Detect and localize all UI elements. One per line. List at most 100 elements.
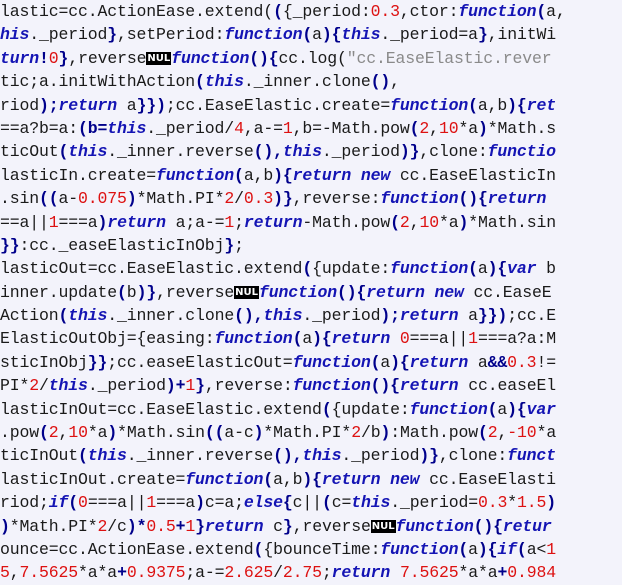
code-token: * (507, 493, 518, 513)
code-token: a, (546, 2, 566, 21)
code-token: function (409, 399, 488, 419)
code-token: ticOut (0, 142, 59, 162)
code-token: , (9, 563, 20, 583)
code-token: ( (468, 95, 478, 115)
code-token: his (0, 25, 30, 45)
code-token: 2 (351, 423, 361, 443)
code-line[interactable]: 5,7.5625*a*a+0.9375;a-=2.625/2.75;return… (0, 561, 622, 584)
code-line[interactable]: his._period},setPeriod:function(a){this.… (0, 23, 622, 46)
code-token: sticInObj (0, 352, 88, 372)
code-token: this (204, 72, 244, 92)
code-line[interactable]: lasticOut=cc.EaseElastic.extend({update:… (0, 257, 622, 280)
code-token: return new (321, 469, 420, 489)
code-token: 2.625 (224, 563, 274, 583)
code-token: .pow (0, 423, 40, 443)
code-token: a (117, 95, 137, 115)
code-token: ._period (29, 25, 108, 45)
code-token: return (487, 189, 547, 209)
code-token: , (409, 212, 420, 232)
code-token: a (468, 352, 488, 372)
code-token: ._inner.reverse (107, 142, 254, 162)
code-token: a (302, 329, 313, 349)
code-line[interactable]: ticOut(this._inner.reverse(),this._perio… (0, 140, 622, 163)
code-token: ,reverse (68, 48, 147, 68)
code-line[interactable]: lasticIn.create=function(a,b){return new… (0, 164, 622, 187)
code-token: *a*a (78, 563, 118, 583)
code-token: ret (526, 95, 556, 115)
code-line[interactable]: lasticInOut=cc.EaseElastic.extend({updat… (0, 398, 622, 421)
code-line[interactable]: ounce=cc.ActionEase.extend({bounceTime:f… (0, 538, 622, 561)
code-token: ( (302, 259, 313, 279)
code-token: ( (292, 329, 303, 349)
code-token: ( (468, 259, 478, 279)
code-token: (b= (78, 118, 108, 138)
code-line[interactable]: tic;a.initWithAction(this._inner.clone()… (0, 70, 622, 93)
code-line[interactable]: riod);return a}});cc.EaseElastic.create=… (0, 94, 622, 117)
code-token: 0.3 (370, 2, 400, 21)
code-token: lasticInOut.create= (0, 469, 186, 489)
null-control-char-glyph: NUL (234, 285, 259, 299)
code-line[interactable]: Action(this._inner.clone(),this._period)… (0, 304, 622, 327)
code-line[interactable]: sticInObj}};cc.easeElasticOut=function(a… (0, 351, 622, 374)
code-line[interactable]: lastic=cc.ActionEase.extend(({_period:0.… (0, 0, 622, 23)
code-token: } (282, 516, 293, 536)
code-line[interactable]: ==a?b=a:(b=this._period/4,a-=1,b=-Math.p… (0, 117, 622, 140)
code-token: ( (487, 399, 498, 419)
code-token: return (331, 563, 391, 583)
code-line[interactable]: lasticInOut.create=function(a,b){return … (0, 468, 622, 491)
code-token: ( (458, 539, 469, 559)
code-line[interactable]: riod;if(0===a||1===a)c=a;else{c||(c=this… (0, 491, 622, 514)
code-token: a,b (273, 469, 303, 489)
code-token: ,reverse (156, 282, 235, 302)
code-token: 1 (282, 118, 293, 138)
code-token: ( (321, 399, 332, 419)
code-token: ._period= (390, 493, 478, 513)
code-token: ){ (507, 95, 527, 115)
code-token: this (263, 306, 303, 326)
code-token: a (477, 259, 488, 279)
code-line[interactable]: PI*2/this._period)+1},reverse:function()… (0, 374, 622, 397)
code-token: cc.EaseElasticIn (390, 165, 556, 185)
code-line[interactable]: inner.update(b)},reverseNULfunction(){re… (0, 281, 622, 304)
code-line[interactable]: }}:cc._easeElasticInObj}; (0, 234, 622, 257)
code-token: this (351, 493, 391, 513)
code-token: ,a-= (243, 118, 283, 138)
code-token: a (497, 399, 508, 419)
code-line[interactable]: .pow(2,10*a)*Math.sin((a-c)*Math.PI*2/b)… (0, 421, 622, 444)
code-token: function (390, 259, 469, 279)
code-token: 2 (97, 516, 108, 536)
code-token: return new (366, 282, 464, 302)
code-line[interactable]: ticInOut(this._inner.reverse(),this._per… (0, 444, 622, 467)
code-token: this (341, 25, 381, 45)
code-line[interactable]: )*Math.PI*2/c)*0.5+1}return c},reverseNU… (0, 515, 622, 538)
code-token: 0.984 (507, 563, 557, 583)
code-viewer[interactable]: lastic=cc.ActionEase.extend(({_period:0.… (0, 0, 622, 585)
code-token: ( (195, 72, 205, 92)
code-token: 2.75 (282, 563, 322, 583)
code-token: ounce=cc.ActionEase.extend (0, 539, 254, 559)
code-line[interactable]: .sin((a-0.075)*Math.PI*2/0.3)},reverse:f… (0, 187, 622, 210)
code-token: ) (126, 189, 137, 209)
code-line[interactable]: turn!0},reverseNULfunction(){cc.log("cc.… (0, 47, 622, 70)
code-token: ) (107, 423, 118, 443)
code-line[interactable]: ElasticOutObj={easing:function(a){return… (0, 327, 622, 350)
code-token: )} (273, 189, 293, 209)
code-line[interactable]: ==a||1===a)return a;a-=1;return-Math.pow… (0, 211, 622, 234)
code-token: }} (0, 235, 20, 255)
code-token: cc.EaseE (463, 282, 552, 302)
code-token: } (107, 25, 118, 45)
code-token: }}) (136, 95, 166, 115)
code-token: c= (331, 493, 352, 513)
code-token: *Math.PI* (9, 516, 98, 536)
code-token: inner.update (0, 282, 118, 302)
code-token: ){ (273, 165, 293, 185)
code-token: 0 (399, 329, 410, 349)
code-token: ,reverse: (204, 376, 293, 396)
code-token: 1 (185, 516, 196, 536)
code-token: cc.EaseElasti (419, 469, 556, 489)
code-token: 10 (68, 423, 88, 443)
code-token: ._inner.clone (243, 72, 371, 92)
code-token: }} (87, 352, 108, 372)
code-token: 0.3 (243, 189, 274, 209)
